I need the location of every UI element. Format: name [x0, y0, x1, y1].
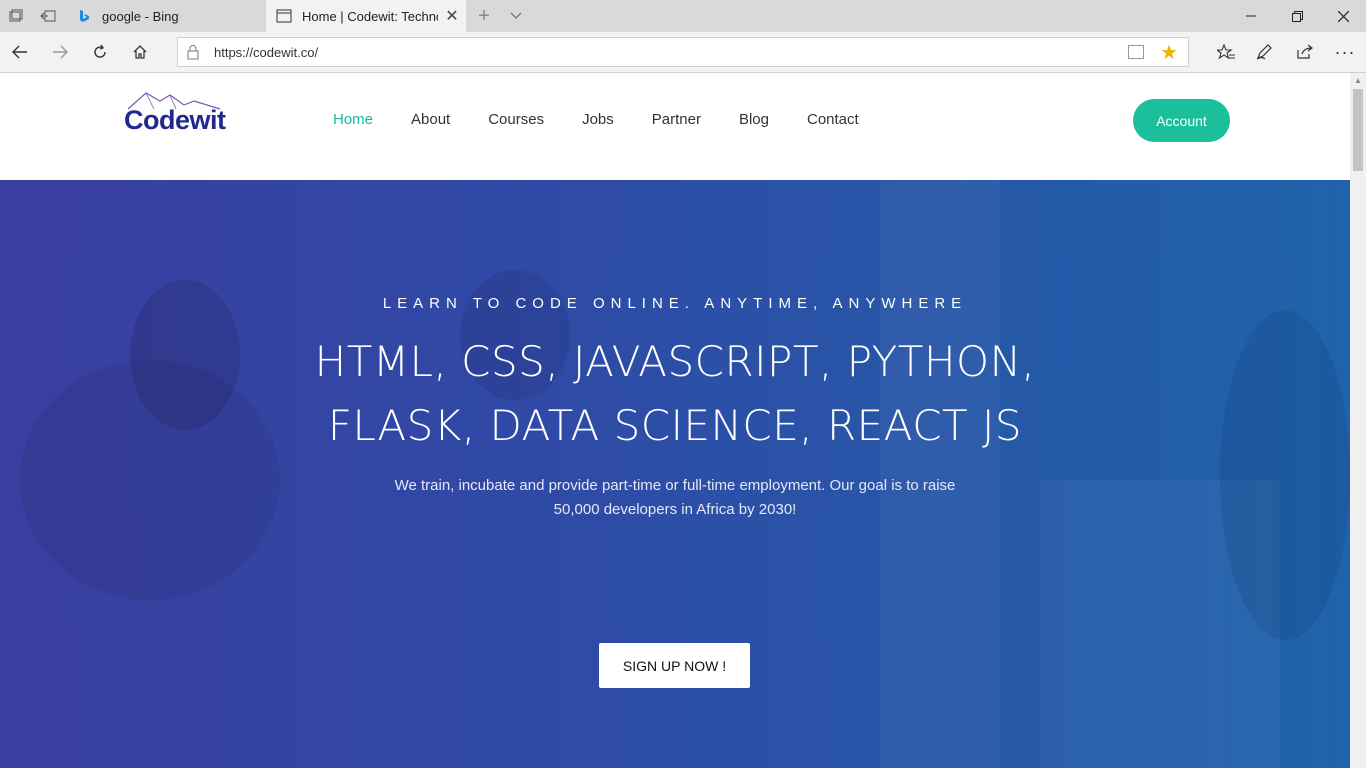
bing-icon: [76, 8, 92, 24]
site-header: Codewit Home About Courses Jobs Partner …: [0, 73, 1350, 180]
minimize-icon[interactable]: [1228, 0, 1274, 32]
nav-home[interactable]: Home: [333, 111, 373, 128]
scrollbar-thumb[interactable]: [1353, 89, 1363, 171]
back-arrow-icon[interactable]: [0, 32, 40, 72]
account-button[interactable]: Account: [1133, 99, 1230, 142]
page-viewport: Codewit Home About Courses Jobs Partner …: [0, 73, 1350, 768]
browser-tab-bar: google - Bing Home | Codewit: Techno ✕ +: [0, 0, 1366, 32]
tab-title: Home | Codewit: Techno: [302, 8, 438, 24]
hero-eyebrow: LEARN TO CODE ONLINE. ANYTIME, ANYWHERE: [382, 295, 968, 312]
scroll-up-arrow-icon[interactable]: ▲: [1354, 76, 1362, 85]
nav-about[interactable]: About: [411, 111, 450, 128]
close-tab-icon[interactable]: ✕: [438, 6, 466, 26]
plus-icon[interactable]: +: [468, 0, 500, 32]
nav-jobs[interactable]: Jobs: [582, 111, 614, 128]
logo-text[interactable]: Codewit: [124, 105, 226, 136]
pen-icon[interactable]: [1246, 32, 1284, 72]
page-icon: [276, 8, 292, 24]
lock-icon: [186, 44, 202, 60]
share-icon[interactable]: [1286, 32, 1324, 72]
hero-headline: HTML, CSS, JAVASCRIPT, PYTHON, FLASK, DA…: [0, 330, 1350, 458]
browser-toolbar: https://codewit.co/ ★ ···: [0, 32, 1366, 73]
reading-view-icon[interactable]: [1128, 45, 1144, 59]
hero-subtext: We train, incubate and provide part-time…: [394, 477, 956, 518]
chevron-down-icon[interactable]: [500, 0, 532, 32]
close-icon[interactable]: [1320, 0, 1366, 32]
sign-up-button[interactable]: SIGN UP NOW !: [599, 643, 750, 688]
address-bar[interactable]: https://codewit.co/ ★: [177, 37, 1189, 67]
hero-headline-line: HTML, CSS, JAVASCRIPT, PYTHON,: [314, 337, 1036, 386]
hero-section: LEARN TO CODE ONLINE. ANYTIME, ANYWHERE …: [0, 180, 1350, 768]
more-icon[interactable]: ···: [1326, 32, 1364, 72]
nav-contact[interactable]: Contact: [807, 111, 859, 128]
set-aside-tabs-icon[interactable]: [32, 0, 64, 32]
page-scrollbar[interactable]: ▲: [1350, 73, 1366, 768]
tab-codewit[interactable]: Home | Codewit: Techno ✕: [266, 0, 466, 32]
star-icon[interactable]: ★: [1160, 40, 1178, 65]
nav-courses[interactable]: Courses: [488, 111, 544, 128]
nav-blog[interactable]: Blog: [739, 111, 769, 128]
forward-arrow-icon[interactable]: [40, 32, 80, 72]
refresh-icon[interactable]: [80, 32, 120, 72]
tab-preview-icon[interactable]: [0, 0, 32, 32]
favorites-list-icon[interactable]: [1207, 32, 1245, 72]
nav-partner[interactable]: Partner: [652, 111, 701, 128]
url-text[interactable]: https://codewit.co/: [214, 45, 318, 60]
home-icon[interactable]: [120, 32, 160, 72]
tab-bing[interactable]: google - Bing: [66, 0, 265, 32]
restore-icon[interactable]: [1274, 0, 1320, 32]
main-nav: Home About Courses Jobs Partner Blog Con…: [333, 111, 897, 128]
tab-title: google - Bing: [102, 8, 179, 24]
hero-headline-line: FLASK, DATA SCIENCE, REACT JS: [327, 401, 1023, 450]
